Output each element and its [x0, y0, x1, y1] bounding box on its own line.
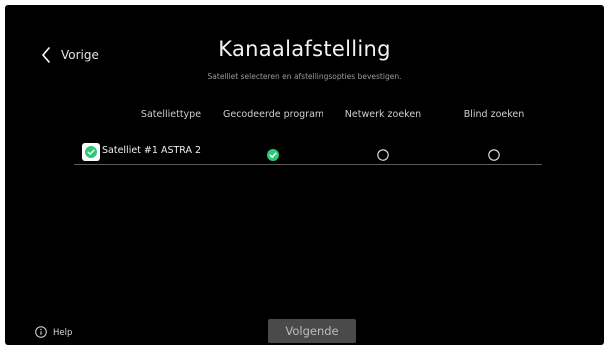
radio-empty-icon[interactable]	[488, 146, 500, 161]
next-button[interactable]: Volgende	[268, 319, 356, 343]
help-button[interactable]: Help	[35, 323, 72, 342]
info-icon	[35, 323, 47, 342]
radio-empty-icon[interactable]	[377, 146, 389, 161]
column-header-satellite-type: Satelliettype	[140, 109, 202, 120]
check-circle-icon[interactable]	[267, 146, 279, 161]
column-header-network-search: Netwerk zoeken	[344, 109, 422, 120]
page-subtitle: Satelliet selecteren en afstellingsoptie…	[207, 72, 402, 81]
check-circle-icon	[85, 143, 97, 162]
help-label: Help	[53, 327, 73, 338]
satellite-name: Satelliet #1 ASTRA 2	[102, 145, 202, 156]
tv-screen: Vorige Kanaalafstelling Satelliet select…	[5, 5, 604, 345]
column-header-blind-search: Blind zoeken	[463, 109, 525, 120]
satellite-select-checkbox[interactable]	[82, 143, 100, 161]
column-header-coded-programs: Gecodeerde programma's	[223, 109, 323, 120]
satellite-table: Satelliettype Gecodeerde programma's Net…	[74, 109, 542, 165]
table-row: Satelliet #1 ASTRA 2	[74, 141, 542, 165]
page-title: Kanaalafstelling	[218, 37, 391, 61]
row-divider	[74, 164, 542, 165]
table-header: Satelliettype Gecodeerde programma's Net…	[74, 109, 542, 125]
